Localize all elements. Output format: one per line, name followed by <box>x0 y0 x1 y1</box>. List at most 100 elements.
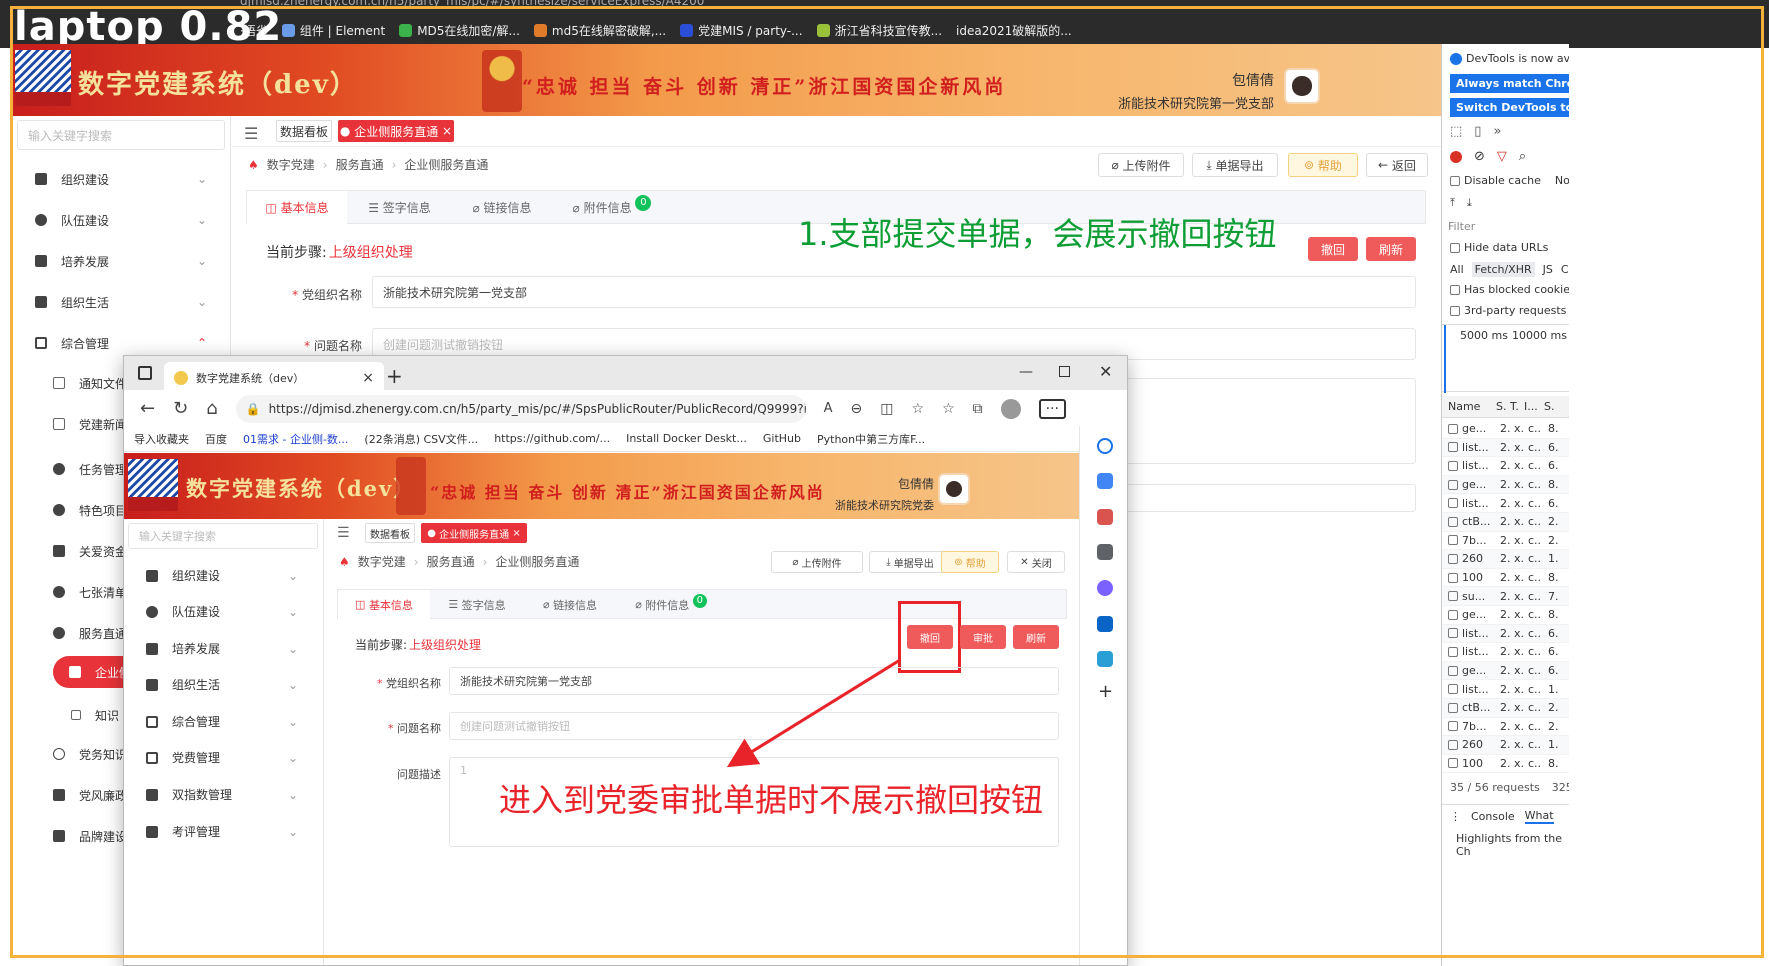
zoom-icon[interactable]: ⊖ <box>851 401 863 417</box>
request-row[interactable]: ge... 2. x. c.. 8. <box>1442 420 1569 439</box>
sidebar-item-develop[interactable]: 培养发展 ⌄ <box>35 250 207 272</box>
bookmark-item[interactable]: 党建MIS / party-... <box>680 22 803 39</box>
revoke-button[interactable]: 撤回 <box>1308 237 1358 261</box>
filter-xhr[interactable]: Fetch/XHR <box>1471 262 1535 277</box>
office-icon[interactable] <box>1097 580 1113 596</box>
tab-attach[interactable]: ⌀ 附件信息 0 <box>616 590 726 619</box>
export-button[interactable]: ⤓ 单据导出 <box>869 551 951 573</box>
request-row[interactable]: list... 2. x. c.. 6. <box>1442 494 1569 513</box>
upload-icon[interactable]: ⤒ <box>1450 196 1455 210</box>
home-icon[interactable]: ⌂ <box>206 398 217 419</box>
row-checkbox[interactable] <box>1448 591 1458 602</box>
sidebar-subitem[interactable]: 通知文件 <box>53 373 127 393</box>
row-checkbox[interactable] <box>1448 553 1458 564</box>
more-icon[interactable]: ··· <box>1038 398 1066 419</box>
tab-link[interactable]: ⌀ 链接信息 <box>524 590 616 619</box>
filter-js[interactable]: JS <box>1543 263 1553 276</box>
back-icon[interactable]: ← <box>140 398 155 419</box>
bookmark-item[interactable]: https://github.com/... <box>494 432 610 445</box>
tab-console[interactable]: Console <box>1471 810 1515 823</box>
bookmark-item[interactable]: (22条消息) CSV文件... <box>364 431 478 447</box>
menu-toggle-icon[interactable]: ☰ <box>244 124 258 143</box>
breadcrumb-item[interactable]: 数字党建 <box>267 156 315 173</box>
sidebar-search-input[interactable]: 输入关键字搜索 <box>128 523 318 549</box>
bookmark-item[interactable]: 01需求 - 企业侧-数... <box>243 431 348 447</box>
sidebar-item[interactable]: 队伍建设 ⌄ <box>146 603 298 620</box>
hide-data-urls-checkbox[interactable] <box>1450 242 1460 253</box>
search-icon[interactable] <box>1097 438 1113 454</box>
row-checkbox[interactable] <box>1448 702 1458 713</box>
org-name-field[interactable]: 浙能技术研究院第一党支部 <box>372 276 1416 308</box>
request-row[interactable]: ge... 2. x. c.. 8. <box>1442 606 1569 625</box>
read-aloud-icon[interactable]: A <box>824 401 833 416</box>
request-row[interactable]: list... 2. x. c.. 1. <box>1442 680 1569 699</box>
new-tab-icon[interactable]: + <box>386 364 403 388</box>
sidebar-item[interactable]: 综合管理 ⌄ <box>146 713 298 730</box>
sidebar-subitem[interactable]: 关爱资金 <box>53 541 127 561</box>
sidebar-item[interactable]: 党务知识 <box>53 744 127 764</box>
request-row[interactable]: 260 2. x. c.. 1. <box>1442 736 1569 755</box>
bookmark-item[interactable]: GitHub <box>763 432 801 445</box>
profile-icon[interactable] <box>1000 398 1021 419</box>
favorite-add-icon[interactable]: ☆ <box>912 401 925 417</box>
bookmark-item[interactable]: 百度 <box>205 431 227 447</box>
bookmark-item[interactable]: md5在线解密破解,... <box>533 22 666 39</box>
inspect-icon[interactable]: ⬚ <box>1450 124 1462 139</box>
filter-css[interactable]: CS <box>1561 263 1569 276</box>
export-button[interactable]: ⤓ 单据导出 <box>1192 153 1278 177</box>
tag-service[interactable]: ● 企业侧服务直通 × <box>421 523 527 543</box>
row-checkbox[interactable] <box>1448 609 1458 620</box>
tab-attach[interactable]: ⌀ 附件信息 0 <box>552 191 672 224</box>
tab-sign[interactable]: ☰ 签字信息 <box>430 590 524 619</box>
close-icon[interactable]: × <box>509 528 520 539</box>
sidebar-item[interactable]: 培养发展 ⌄ <box>146 640 298 657</box>
close-window-icon[interactable]: ✕ <box>1099 362 1112 381</box>
outlook-icon[interactable] <box>1097 616 1113 632</box>
request-row[interactable]: 100 2. x. c.. 8. <box>1442 755 1569 774</box>
upload-button[interactable]: ⌀ 上传附件 <box>1098 153 1184 177</box>
problem-name-field[interactable]: 创建问题测试撤销按钮 <box>449 712 1059 740</box>
bookmark-item[interactable]: 浙江省科技宣传教... <box>816 22 942 39</box>
tools-icon[interactable] <box>1097 509 1113 525</box>
sidebar-search-input[interactable]: 输入关键字搜索 <box>17 120 225 150</box>
request-row[interactable]: list... 2. x. c.. 6. <box>1442 457 1569 476</box>
close-icon[interactable]: × <box>362 370 374 386</box>
tab-actions-icon[interactable] <box>138 366 152 380</box>
request-row[interactable]: 100 2. x. c.. 8. <box>1442 569 1569 588</box>
drawer-menu-icon[interactable]: ⋮ <box>1450 810 1461 823</box>
request-row[interactable]: 7b... 2. x. c.. 2. <box>1442 532 1569 551</box>
sidebar-item-org[interactable]: 组织建设 ⌄ <box>35 168 207 190</box>
bookmark-item[interactable]: 组件 | Element <box>281 22 385 39</box>
filter-all[interactable]: All <box>1450 263 1464 276</box>
collections-icon[interactable]: ⧉ <box>973 401 983 417</box>
sidebar-item[interactable]: 党费管理 ⌄ <box>146 749 298 766</box>
bookmark-item[interactable]: Install Docker Deskt... <box>626 432 747 445</box>
third-party-checkbox[interactable] <box>1450 305 1460 316</box>
always-match-button[interactable]: Always match Chrome <box>1450 74 1569 93</box>
search-icon[interactable]: ⌕ <box>1519 149 1526 164</box>
sidebar-item[interactable]: 考评管理 ⌄ <box>146 823 298 840</box>
sidebar-item-manage[interactable]: 综合管理 ⌃ <box>35 332 207 354</box>
row-checkbox[interactable] <box>1448 628 1458 639</box>
filter-input[interactable]: Filter <box>1448 220 1475 233</box>
sidebar-subitem[interactable]: 任务管理 <box>53 459 127 479</box>
sidebar-item[interactable]: 双指数管理 ⌄ <box>146 786 298 803</box>
avatar[interactable] <box>1284 68 1320 104</box>
device-icon[interactable]: ▯ <box>1474 124 1481 139</box>
row-checkbox[interactable] <box>1448 739 1458 750</box>
reload-icon[interactable]: ↻ <box>173 398 188 419</box>
menu-toggle-icon[interactable]: ☰ <box>337 525 350 541</box>
sidebar-item-life[interactable]: 组织生活 ⌄ <box>35 291 207 313</box>
sidebar-item[interactable]: 品牌建设 <box>53 826 127 846</box>
disable-cache-checkbox[interactable] <box>1450 175 1460 186</box>
sidebar-item[interactable]: 组织生活 ⌄ <box>146 676 298 693</box>
approve-button[interactable]: 审批 <box>960 625 1006 649</box>
add-icon[interactable]: + <box>1098 681 1113 702</box>
tag-dashboard[interactable]: 数据看板 <box>365 523 415 543</box>
row-checkbox[interactable] <box>1448 665 1458 676</box>
tab-link[interactable]: ⌀ 链接信息 <box>452 191 552 224</box>
org-name-field[interactable]: 浙能技术研究院第一党支部 <box>449 667 1059 695</box>
more-panels-icon[interactable]: » <box>1493 124 1501 139</box>
switch-language-button[interactable]: Switch DevTools to Chinese <box>1450 98 1569 117</box>
clear-icon[interactable]: ⊘ <box>1474 149 1485 164</box>
